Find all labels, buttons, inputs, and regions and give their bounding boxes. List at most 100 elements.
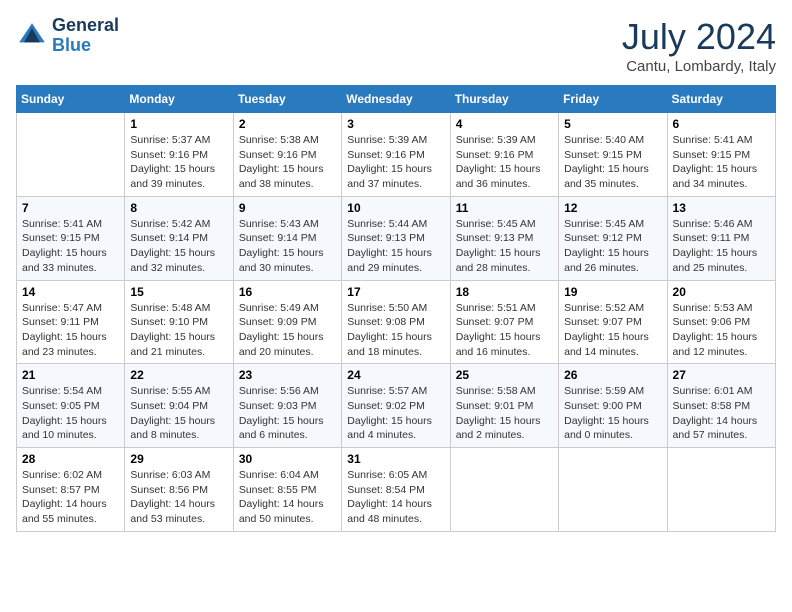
week-row-3: 14 Sunrise: 5:47 AMSunset: 9:11 PMDayligh… [17,280,776,364]
calendar-cell: 6 Sunrise: 5:41 AMSunset: 9:15 PMDaylight… [667,113,775,197]
title-block: July 2024 Cantu, Lombardy, Italy [622,16,776,75]
calendar-cell: 31Sunrise: 6:05 AMSunset: 8:54 PMDayligh… [342,448,450,532]
page-header: General Blue July 2024 Cantu, Lombardy, … [16,16,776,75]
weekday-header-sunday: Sunday [17,86,125,113]
day-info: Sunrise: 5:48 AMSunset: 9:10 PMDaylight:… [130,301,227,360]
day-number: 1 [130,117,227,131]
week-row-5: 28 Sunrise: 6:02 AMSunset: 8:57 PMDayligh… [17,448,776,532]
day-number: 13 [673,201,770,215]
weekday-header-tuesday: Tuesday [233,86,341,113]
day-number: 27 [673,368,770,382]
day-info: Sunrise: 5:49 AMSunset: 9:09 PMDaylight:… [239,301,336,360]
calendar-cell: 15 Sunrise: 5:48 AMSunset: 9:10 PMDayligh… [125,280,233,364]
day-number: 23 [239,368,336,382]
day-info: Sunrise: 5:44 AMSunset: 9:13 PMDaylight:… [347,217,444,276]
day-number: 29 [130,452,227,466]
calendar-cell: 11Sunrise: 5:45 AMSunset: 9:13 PMDayligh… [450,196,558,280]
day-info: Sunrise: 5:58 AMSunset: 9:01 PMDaylight:… [456,384,553,443]
day-info: Sunrise: 5:54 AMSunset: 9:05 PMDaylight:… [22,384,119,443]
day-number: 17 [347,285,444,299]
logo-icon [16,20,48,52]
day-info: Sunrise: 5:52 AMSunset: 9:07 PMDaylight:… [564,301,661,360]
calendar-cell: 9 Sunrise: 5:43 AMSunset: 9:14 PMDaylight… [233,196,341,280]
calendar-cell: 3 Sunrise: 5:39 AMSunset: 9:16 PMDaylight… [342,113,450,197]
week-row-1: 1 Sunrise: 5:37 AMSunset: 9:16 PMDaylight… [17,113,776,197]
calendar-cell: 24Sunrise: 5:57 AMSunset: 9:02 PMDayligh… [342,364,450,448]
calendar-cell: 14 Sunrise: 5:47 AMSunset: 9:11 PMDayligh… [17,280,125,364]
calendar-cell: 8Sunrise: 5:42 AMSunset: 9:14 PMDaylight… [125,196,233,280]
day-number: 22 [130,368,227,382]
calendar-cell: 7 Sunrise: 5:41 AMSunset: 9:15 PMDaylight… [17,196,125,280]
day-info: Sunrise: 5:46 AMSunset: 9:11 PMDaylight:… [673,217,770,276]
calendar-cell: 23 Sunrise: 5:56 AMSunset: 9:03 PMDayligh… [233,364,341,448]
day-info: Sunrise: 5:40 AMSunset: 9:15 PMDaylight:… [564,133,661,192]
day-number: 10 [347,201,444,215]
calendar-cell: 22Sunrise: 5:55 AMSunset: 9:04 PMDayligh… [125,364,233,448]
weekday-header-friday: Friday [559,86,667,113]
day-info: Sunrise: 5:41 AMSunset: 9:15 PMDaylight:… [22,217,119,276]
day-number: 28 [22,452,119,466]
day-info: Sunrise: 6:03 AMSunset: 8:56 PMDaylight:… [130,468,227,527]
day-info: Sunrise: 5:39 AMSunset: 9:16 PMDaylight:… [347,133,444,192]
weekday-header-wednesday: Wednesday [342,86,450,113]
weekday-header-monday: Monday [125,86,233,113]
day-number: 25 [456,368,553,382]
day-number: 20 [673,285,770,299]
calendar-cell: 26 Sunrise: 5:59 AMSunset: 9:00 PMDayligh… [559,364,667,448]
logo: General Blue [16,16,119,56]
day-info: Sunrise: 5:39 AMSunset: 9:16 PMDaylight:… [456,133,553,192]
calendar-cell: 27 Sunrise: 6:01 AMSunset: 8:58 PMDayligh… [667,364,775,448]
week-row-4: 21Sunrise: 5:54 AMSunset: 9:05 PMDayligh… [17,364,776,448]
calendar-cell: 1 Sunrise: 5:37 AMSunset: 9:16 PMDaylight… [125,113,233,197]
calendar-cell: 21Sunrise: 5:54 AMSunset: 9:05 PMDayligh… [17,364,125,448]
day-number: 15 [130,285,227,299]
day-number: 6 [673,117,770,131]
calendar-cell: 16 Sunrise: 5:49 AMSunset: 9:09 PMDayligh… [233,280,341,364]
calendar-cell: 29 Sunrise: 6:03 AMSunset: 8:56 PMDayligh… [125,448,233,532]
day-info: Sunrise: 5:43 AMSunset: 9:14 PMDaylight:… [239,217,336,276]
day-number: 12 [564,201,661,215]
day-number: 7 [22,201,119,215]
day-info: Sunrise: 5:41 AMSunset: 9:15 PMDaylight:… [673,133,770,192]
day-number: 30 [239,452,336,466]
day-number: 8 [130,201,227,215]
calendar-cell: 10 Sunrise: 5:44 AMSunset: 9:13 PMDayligh… [342,196,450,280]
day-info: Sunrise: 6:02 AMSunset: 8:57 PMDaylight:… [22,468,119,527]
day-number: 9 [239,201,336,215]
day-number: 31 [347,452,444,466]
week-row-2: 7 Sunrise: 5:41 AMSunset: 9:15 PMDaylight… [17,196,776,280]
day-info: Sunrise: 5:37 AMSunset: 9:16 PMDaylight:… [130,133,227,192]
calendar-cell: 17 Sunrise: 5:50 AMSunset: 9:08 PMDayligh… [342,280,450,364]
calendar-cell: 13 Sunrise: 5:46 AMSunset: 9:11 PMDayligh… [667,196,775,280]
calendar-cell [450,448,558,532]
day-info: Sunrise: 5:56 AMSunset: 9:03 PMDaylight:… [239,384,336,443]
day-number: 19 [564,285,661,299]
calendar-cell: 12 Sunrise: 5:45 AMSunset: 9:12 PMDayligh… [559,196,667,280]
calendar-cell: 5 Sunrise: 5:40 AMSunset: 9:15 PMDaylight… [559,113,667,197]
day-info: Sunrise: 5:53 AMSunset: 9:06 PMDaylight:… [673,301,770,360]
day-number: 5 [564,117,661,131]
day-info: Sunrise: 5:45 AMSunset: 9:12 PMDaylight:… [564,217,661,276]
month-title: July 2024 [622,16,776,58]
day-number: 4 [456,117,553,131]
day-number: 18 [456,285,553,299]
calendar-cell [667,448,775,532]
logo-text: General Blue [52,16,119,56]
day-info: Sunrise: 5:59 AMSunset: 9:00 PMDaylight:… [564,384,661,443]
weekday-header-saturday: Saturday [667,86,775,113]
calendar-cell: 19 Sunrise: 5:52 AMSunset: 9:07 PMDayligh… [559,280,667,364]
calendar-cell: 4 Sunrise: 5:39 AMSunset: 9:16 PMDaylight… [450,113,558,197]
calendar-cell: 28 Sunrise: 6:02 AMSunset: 8:57 PMDayligh… [17,448,125,532]
day-number: 3 [347,117,444,131]
day-info: Sunrise: 5:38 AMSunset: 9:16 PMDaylight:… [239,133,336,192]
day-info: Sunrise: 6:01 AMSunset: 8:58 PMDaylight:… [673,384,770,443]
day-number: 14 [22,285,119,299]
day-number: 16 [239,285,336,299]
day-info: Sunrise: 5:47 AMSunset: 9:11 PMDaylight:… [22,301,119,360]
day-info: Sunrise: 6:04 AMSunset: 8:55 PMDaylight:… [239,468,336,527]
weekday-header-row: SundayMondayTuesdayWednesdayThursdayFrid… [17,86,776,113]
day-info: Sunrise: 5:50 AMSunset: 9:08 PMDaylight:… [347,301,444,360]
weekday-header-thursday: Thursday [450,86,558,113]
day-number: 26 [564,368,661,382]
calendar-table: SundayMondayTuesdayWednesdayThursdayFrid… [16,85,776,532]
